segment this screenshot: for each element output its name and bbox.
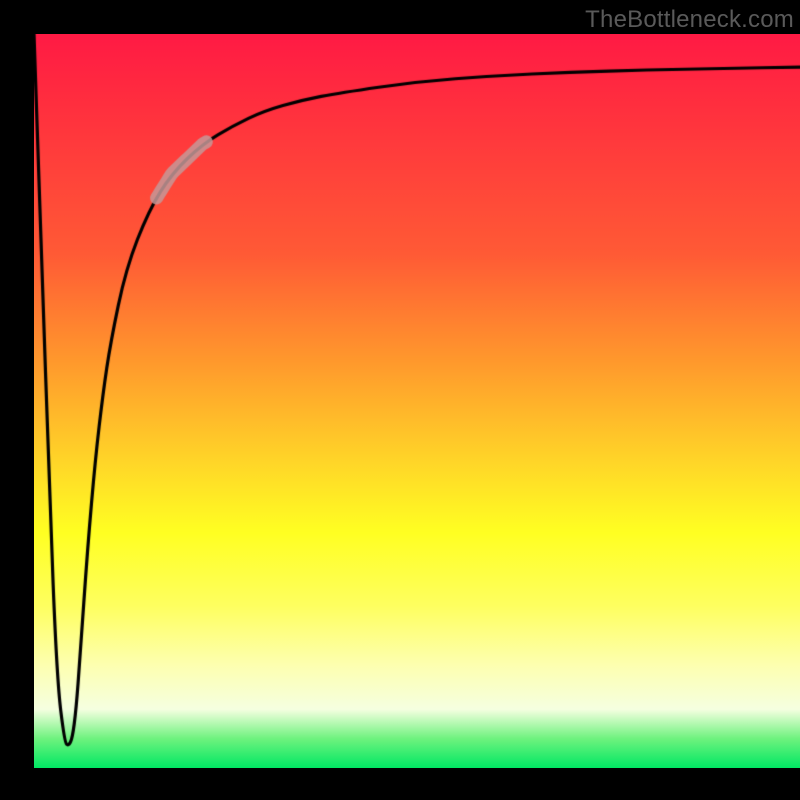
chart-root: TheBottleneck.com [0, 0, 800, 800]
attribution-label: TheBottleneck.com [585, 6, 794, 34]
curve-canvas [34, 34, 800, 768]
plot-area [34, 34, 800, 768]
